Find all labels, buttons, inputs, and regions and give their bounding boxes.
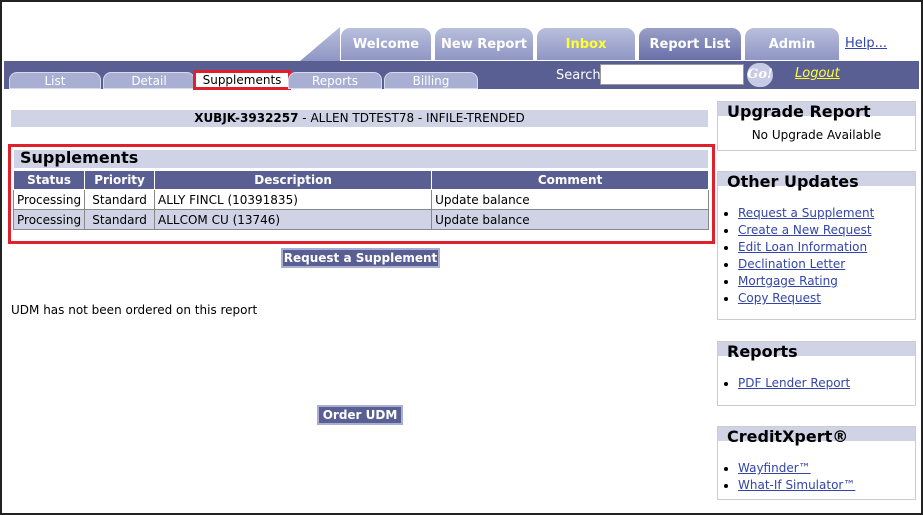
list-item: What-If Simulator™ [738,477,915,494]
list-item: Copy Request [738,290,915,307]
subtab-list[interactable]: List [9,72,101,89]
table-row[interactable]: Processing Standard ALLY FINCL (10391835… [12,189,709,210]
tab-admin[interactable]: Admin [744,27,840,61]
cell-status: Processing [12,209,86,230]
request-supplement-button[interactable]: Request a Supplement [281,248,440,268]
search-go-button[interactable]: Go! [747,63,773,87]
subtab-supplements[interactable]: Supplements [193,70,291,90]
mortgage-rating-link[interactable]: Mortgage Rating [738,274,838,288]
col-status: Status [12,170,86,190]
logout-link[interactable]: Logout [795,66,840,81]
tab-welcome[interactable]: Welcome [340,27,432,61]
upgrade-report-panel: Upgrade Report No Upgrade Available [717,101,916,151]
order-udm-button[interactable]: Order UDM [317,405,403,425]
request-supplement-link[interactable]: Request a Supplement [738,206,874,220]
creditxpert-list: Wayfinder™ What-If Simulator™ [718,460,915,494]
search-label: Search: [556,68,606,83]
list-item: Edit Loan Information [738,239,915,256]
report-id: XUBJK-3932257 [194,111,299,125]
other-updates-panel: Other Updates Request a Supplement Creat… [717,171,916,320]
cell-priority: Standard [84,209,156,230]
subtab-detail[interactable]: Detail [103,72,195,89]
cell-description: ALLY FINCL (10391835) [154,189,433,210]
cell-comment: Update balance [431,209,709,230]
edit-loan-info-link[interactable]: Edit Loan Information [738,240,867,254]
col-priority: Priority [84,170,156,190]
reports-title: Reports [727,342,798,361]
what-if-simulator-link[interactable]: What-If Simulator™ [738,478,855,492]
report-header: XUBJK-3932257 - ALLEN TDTEST78 - INFILE-… [11,110,708,127]
other-updates-list: Request a Supplement Create a New Reques… [718,205,915,307]
search-input[interactable] [600,64,744,85]
create-new-request-link[interactable]: Create a New Request [738,223,872,237]
upgrade-report-title: Upgrade Report [727,102,871,121]
copy-request-link[interactable]: Copy Request [738,291,821,305]
report-header-details: - ALLEN TDTEST78 - INFILE-TRENDED [298,111,525,125]
subtab-billing[interactable]: Billing [384,72,478,89]
declination-letter-link[interactable]: Declination Letter [738,257,845,271]
cell-description: ALLCOM CU (13746) [154,209,433,230]
subtab-reports[interactable]: Reports [288,72,382,89]
list-item: Request a Supplement [738,205,915,222]
tab-new-report[interactable]: New Report [434,27,534,61]
list-item: Wayfinder™ [738,460,915,477]
list-item: Declination Letter [738,256,915,273]
cell-comment: Update balance [431,189,709,210]
cell-status: Processing [12,189,86,210]
pdf-lender-report-link[interactable]: PDF Lender Report [738,376,850,390]
list-item: PDF Lender Report [738,375,915,392]
other-updates-title: Other Updates [727,172,859,191]
creditxpert-panel: CreditXpert® Wayfinder™ What-If Simulato… [717,426,916,500]
table-row[interactable]: Processing Standard ALLCOM CU (13746) Up… [12,209,709,230]
col-comment: Comment [431,170,709,190]
reports-list: PDF Lender Report [718,375,915,392]
supplements-title: Supplements [20,148,139,167]
help-link[interactable]: Help... [845,36,887,51]
list-item: Create a New Request [738,222,915,239]
supplements-table: Status Priority Description Comment Proc… [12,170,709,230]
udm-status-text: UDM has not been ordered on this report [11,303,258,317]
no-upgrade-text: No Upgrade Available [751,128,882,142]
reports-panel: Reports PDF Lender Report [717,341,916,406]
creditxpert-title: CreditXpert® [727,427,849,446]
table-header-row: Status Priority Description Comment [12,170,709,190]
list-item: Mortgage Rating [738,273,915,290]
cell-priority: Standard [84,189,156,210]
col-description: Description [154,170,433,190]
tab-report-list[interactable]: Report List [638,27,742,61]
tab-inbox[interactable]: Inbox [536,27,636,61]
wayfinder-link[interactable]: Wayfinder™ [738,461,811,475]
sub-navigation: List Detail Supplements Reports Billing [4,61,919,90]
